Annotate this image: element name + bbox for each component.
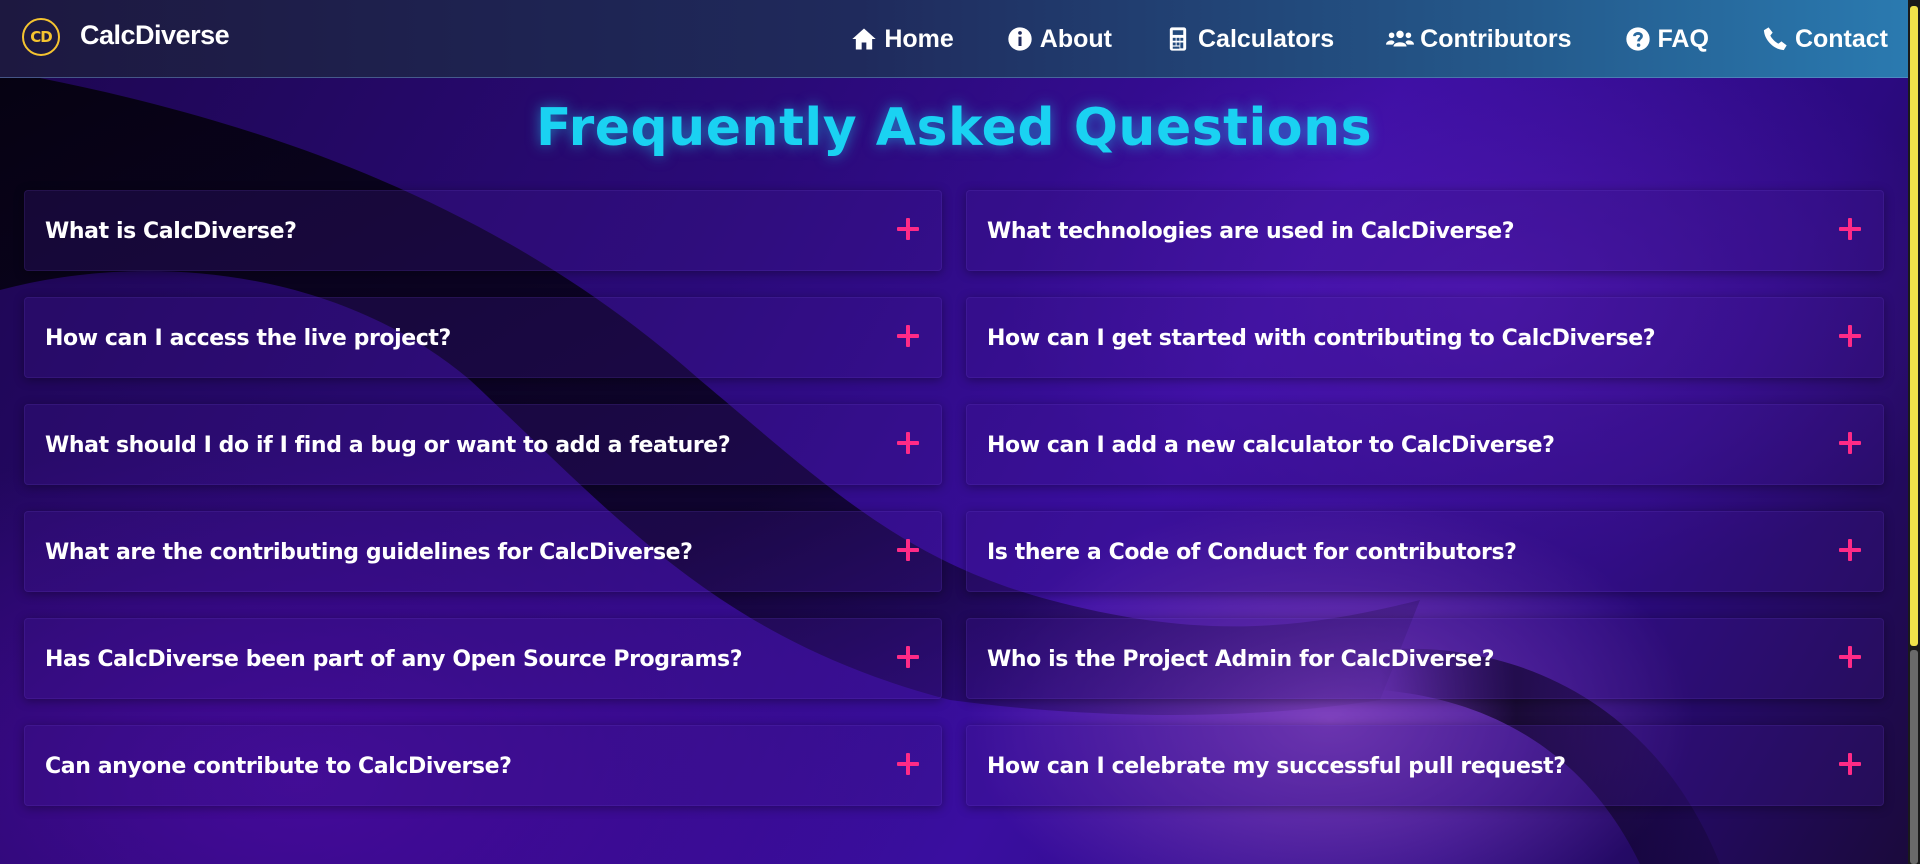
plus-icon[interactable] <box>1839 325 1861 347</box>
nav-contact[interactable]: Contact <box>1761 25 1888 54</box>
home-icon <box>852 28 876 50</box>
plus-icon[interactable] <box>897 539 919 561</box>
faq-question: How can I get started with contributing … <box>987 326 1656 351</box>
info-icon <box>1008 27 1032 51</box>
nav-calculators-label: Calculators <box>1197 24 1335 53</box>
plus-icon[interactable] <box>1839 539 1861 561</box>
faq-item[interactable]: Has CalcDiverse been part of any Open So… <box>24 618 942 699</box>
faq-question: Who is the Project Admin for CalcDiverse… <box>987 647 1495 672</box>
nav-about-label: About <box>1039 24 1112 53</box>
faq-item[interactable]: Who is the Project Admin for CalcDiverse… <box>966 618 1884 699</box>
scrollbar-track-lower[interactable] <box>1910 650 1918 864</box>
page-title: Frequently Asked Questions <box>535 98 1373 158</box>
nav-home-label: Home <box>884 24 954 53</box>
brand-name[interactable]: CalcDiverse <box>80 20 230 51</box>
question-icon <box>1625 27 1650 51</box>
calculator-icon <box>1169 27 1187 51</box>
faq-item[interactable]: How can I celebrate my successful pull r… <box>966 725 1884 806</box>
page: CD CalcDiverse Home About Calculators Co… <box>0 0 1920 864</box>
nav-faq-label: FAQ <box>1657 24 1709 53</box>
plus-icon[interactable] <box>897 432 919 454</box>
nav-home[interactable]: Home <box>850 24 954 54</box>
phone-icon <box>1763 27 1787 51</box>
faq-question: Is there a Code of Conduct for contribut… <box>987 540 1517 565</box>
users-icon <box>1386 30 1415 47</box>
faq-item[interactable]: What is CalcDiverse? <box>24 190 942 271</box>
nav-contributors[interactable]: Contributors <box>1386 24 1572 54</box>
faq-item[interactable]: Is there a Code of Conduct for contribut… <box>966 511 1884 592</box>
plus-icon[interactable] <box>1839 753 1861 775</box>
nav-about[interactable]: About <box>1006 25 1112 54</box>
page-scrollbar[interactable] <box>1908 0 1920 864</box>
plus-icon[interactable] <box>897 646 919 668</box>
faq-item[interactable]: Can anyone contribute to CalcDiverse? <box>24 725 942 806</box>
plus-icon[interactable] <box>897 218 919 240</box>
plus-icon[interactable] <box>1839 432 1861 454</box>
faq-item[interactable]: What are the contributing guidelines for… <box>24 511 942 592</box>
nav-contact-label: Contact <box>1794 24 1888 53</box>
nav-calculators[interactable]: Calculators <box>1164 25 1334 54</box>
faq-item[interactable]: What should I do if I find a bug or want… <box>24 404 942 485</box>
faq-item[interactable]: What technologies are used in CalcDivers… <box>966 190 1884 271</box>
plus-icon[interactable] <box>1839 218 1861 240</box>
faq-question: Has CalcDiverse been part of any Open So… <box>45 647 743 672</box>
top-navbar: CD CalcDiverse Home About Calculators Co… <box>0 0 1908 78</box>
scrollbar-thumb[interactable] <box>1910 6 1918 646</box>
nav-menu: Home About Calculators Contributors FAQ … <box>798 0 1888 78</box>
faq-question: What technologies are used in CalcDivers… <box>987 219 1515 244</box>
faq-item[interactable]: How can I add a new calculator to CalcDi… <box>966 404 1884 485</box>
plus-icon[interactable] <box>897 753 919 775</box>
faq-question: What should I do if I find a bug or want… <box>45 433 731 458</box>
faq-question: How can I celebrate my successful pull r… <box>987 754 1566 779</box>
faq-question: How can I access the live project? <box>45 326 451 351</box>
faq-question: What are the contributing guidelines for… <box>45 540 693 565</box>
logo-icon[interactable]: CD <box>22 18 60 56</box>
plus-icon[interactable] <box>1839 646 1861 668</box>
plus-icon[interactable] <box>897 325 919 347</box>
nav-faq[interactable]: FAQ <box>1624 25 1709 54</box>
faq-question: What is CalcDiverse? <box>45 219 297 244</box>
nav-contributors-label: Contributors <box>1420 24 1572 53</box>
faq-item[interactable]: How can I access the live project? <box>24 297 942 378</box>
faq-question: How can I add a new calculator to CalcDi… <box>987 433 1555 458</box>
faq-question: Can anyone contribute to CalcDiverse? <box>45 754 512 779</box>
faq-grid: What is CalcDiverse? What technologies a… <box>24 190 1884 806</box>
faq-item[interactable]: How can I get started with contributing … <box>966 297 1884 378</box>
